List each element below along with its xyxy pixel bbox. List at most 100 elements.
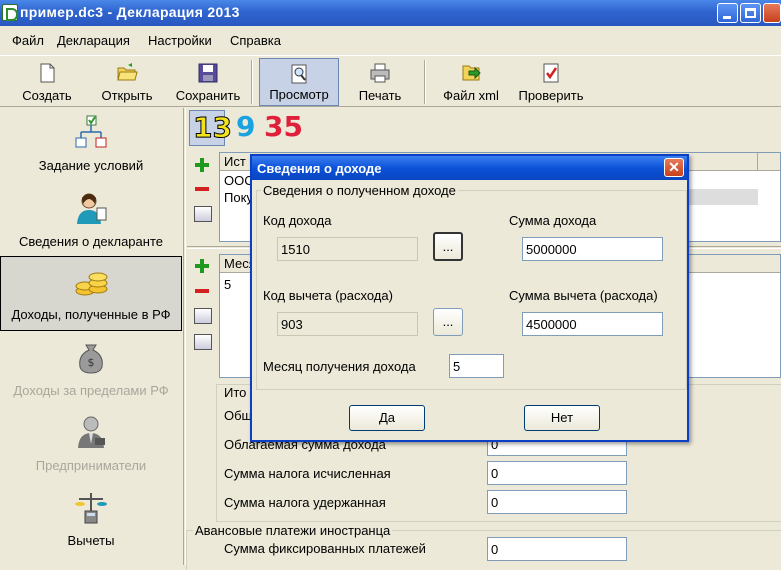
xml-file-label: Файл xml (443, 88, 499, 103)
fixed-payments-label: Сумма фиксированных платежей (224, 541, 426, 556)
table-row[interactable]: Поку (224, 190, 253, 205)
advance-group-title: Авансовые платежи иностранца (193, 523, 393, 538)
rate-35-label: 35 (264, 110, 303, 143)
nav-label-entrepreneurs: Предприниматели (35, 458, 147, 473)
businessman-icon (78, 416, 105, 448)
maximize-button[interactable] (740, 3, 761, 23)
totals-group-title: Ито (224, 385, 247, 400)
xml-file-button[interactable]: Файл xml (434, 58, 508, 106)
deduction-code-label: Код вычета (расхода) (263, 288, 393, 303)
month-label: Месяц получения дохода (263, 359, 416, 374)
edit-income-icon[interactable] (194, 308, 212, 324)
create-label: Создать (22, 88, 72, 103)
tax-withheld-field[interactable]: 0 (487, 490, 627, 514)
printer-icon (370, 63, 390, 83)
income-sum-field[interactable]: 5000000 (522, 237, 663, 261)
app-icon (2, 4, 18, 21)
nav-label-conditions: Задание условий (38, 158, 144, 173)
dialog-title: Сведения о доходе (257, 161, 382, 176)
scales-calculator-icon (75, 493, 107, 524)
preview-icon (291, 64, 307, 84)
copy-income-icon[interactable] (194, 334, 212, 350)
floppy-disk-icon (198, 63, 218, 83)
panel-splitter[interactable] (183, 108, 186, 565)
check-label: Проверить (518, 88, 584, 103)
rate-35-tab[interactable]: 35 (262, 110, 303, 146)
add-income-icon[interactable] (194, 258, 210, 274)
month-field[interactable]: 5 (449, 354, 504, 378)
open-folder-icon (117, 63, 138, 81)
cancel-button[interactable]: Нет (524, 405, 600, 431)
delete-income-icon[interactable] (194, 283, 210, 299)
toolbar-separator (424, 60, 426, 104)
rate-13-label: 13 (193, 111, 233, 145)
check-button[interactable]: Проверить (512, 58, 590, 106)
menu-help[interactable]: Справка (230, 33, 281, 48)
dialog-close-button[interactable]: ✕ (664, 158, 684, 177)
nav-label-income-abroad: Доходы за пределами РФ (13, 383, 169, 398)
rate-13-tab[interactable]: 13 (189, 110, 232, 146)
nav-item-deductions[interactable]: Вычеты (0, 483, 182, 558)
income-code-label: Код дохода (263, 213, 332, 228)
save-label: Сохранить (175, 88, 241, 103)
toolbar-separator (251, 60, 253, 104)
sources-header-label: Ист (224, 154, 246, 169)
new-document-icon (40, 63, 55, 83)
menu-bar: Файл Декларация Настройки Справка (0, 29, 781, 51)
toolbar: Создать Открыть Сохранить Просмотр Печат… (0, 55, 781, 107)
add-source-icon[interactable] (194, 157, 210, 173)
income-dialog: Сведения о доходе ✕ Сведения о полученно… (250, 154, 689, 442)
menu-file[interactable]: Файл (12, 33, 44, 48)
coins-icon (75, 272, 108, 296)
money-bag-icon: $ (79, 344, 103, 374)
tax-calculated-field[interactable]: 0 (487, 461, 627, 485)
income-code-field: 1510 (277, 237, 418, 261)
edit-source-icon[interactable] (194, 206, 212, 222)
nav-label-declarant: Сведения о декларанте (19, 234, 163, 249)
close-icon: ✕ (668, 159, 680, 175)
window-close-button[interactable] (763, 3, 781, 23)
preview-label: Просмотр (269, 87, 329, 102)
nav-item-conditions[interactable]: Задание условий (0, 108, 182, 183)
total-income-label: Общ (224, 408, 253, 423)
income-sum-label: Сумма дохода (509, 213, 597, 228)
ok-button[interactable]: Да (349, 405, 425, 431)
svg-text:$: $ (88, 356, 95, 369)
delete-source-icon[interactable] (194, 181, 210, 197)
deduction-sum-label: Сумма вычета (расхода) (509, 288, 658, 303)
print-label: Печать (358, 88, 402, 103)
open-button[interactable]: Открыть (92, 58, 162, 106)
fixed-payments-field[interactable]: 0 (487, 537, 627, 561)
deduction-sum-field[interactable]: 4500000 (522, 312, 663, 336)
save-button[interactable]: Сохранить (170, 58, 246, 106)
nav-item-entrepreneurs[interactable]: Предприниматели (0, 408, 182, 483)
preview-button[interactable]: Просмотр (259, 58, 339, 106)
rate-9-tab[interactable]: 9 (234, 110, 258, 146)
print-button[interactable]: Печать (347, 58, 413, 106)
dialog-title-bar: Сведения о доходе ✕ (252, 156, 687, 180)
menu-settings[interactable]: Настройки (148, 33, 212, 48)
nav-item-income-abroad[interactable]: $ Доходы за пределами РФ (0, 333, 182, 408)
minimize-button[interactable] (717, 3, 738, 23)
create-button[interactable]: Создать (14, 58, 80, 106)
deduction-code-browse-button[interactable]: ... (433, 308, 463, 336)
rate-9-label: 9 (236, 110, 256, 143)
income-code-browse-button[interactable]: ... (433, 232, 463, 261)
window-title-bar: пример.dc3 - Декларация 2013 (0, 0, 781, 26)
xml-export-icon (462, 65, 481, 81)
open-label: Открыть (101, 88, 153, 103)
nav-label-income-rf: Доходы, полученные в РФ (11, 307, 171, 322)
person-icon (77, 193, 107, 224)
conditions-tree-icon (75, 115, 107, 148)
check-document-icon (543, 63, 559, 83)
deduction-code-field: 903 (277, 312, 418, 336)
table-row[interactable]: 5 (224, 277, 231, 292)
tax-withheld-label: Сумма налога удержанная (224, 495, 386, 510)
left-navigation: Задание условий Сведения о декларанте До… (0, 108, 182, 565)
nav-item-income-rf[interactable]: Доходы, полученные в РФ (0, 256, 182, 331)
nav-item-declarant[interactable]: Сведения о декларанте (0, 184, 182, 259)
menu-declaration[interactable]: Декларация (57, 33, 130, 48)
nav-label-deductions: Вычеты (67, 533, 115, 548)
tax-calculated-label: Сумма налога исчисленная (224, 466, 391, 481)
dialog-group-title: Сведения о полученном доходе (261, 183, 458, 198)
